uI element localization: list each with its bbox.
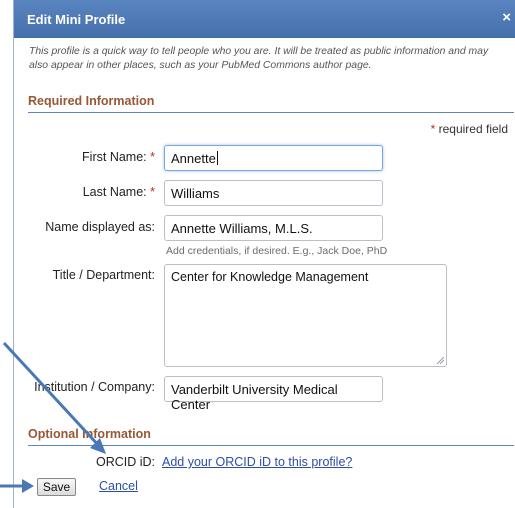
required-field-note: * required field	[431, 122, 508, 136]
title-department-textarea[interactable]: Center for Knowledge Management	[164, 264, 447, 367]
last-name-label-text: Last Name:	[82, 185, 147, 199]
optional-section-heading: Optional Information	[28, 427, 514, 446]
orcid-label: ORCID iD:	[95, 455, 155, 469]
institution-label: Institution / Company:	[34, 380, 155, 394]
first-name-label: First Name: *	[82, 150, 155, 164]
dialog-title: Edit Mini Profile	[27, 12, 126, 27]
dialog-titlebar: Edit Mini Profile ×	[14, 0, 515, 38]
first-name-label-text: First Name:	[82, 150, 147, 164]
last-name-label: Last Name: *	[83, 185, 155, 199]
last-name-value: Williams	[171, 186, 220, 201]
first-name-required-star: *	[150, 150, 155, 164]
required-star: *	[430, 122, 436, 136]
title-department-value: Center for Knowledge Management	[171, 270, 369, 284]
text-caret	[216, 151, 218, 165]
required-note-text: required field	[438, 122, 508, 136]
institution-field[interactable]: Vanderbilt University Medical Center	[164, 376, 383, 412]
last-name-required-star: *	[150, 185, 155, 199]
display-name-hint: Add credentials, if desired. E.g., Jack …	[166, 245, 388, 257]
last-name-field[interactable]: Williams	[164, 180, 383, 206]
required-section-heading: Required Information	[28, 94, 514, 113]
first-name-field[interactable]: Annette	[164, 145, 383, 171]
save-button[interactable]: Save	[37, 478, 76, 496]
display-name-value: Annette Williams, M.L.S.	[171, 221, 313, 236]
institution-value: Vanderbilt University Medical Center	[171, 382, 338, 412]
title-department-label: Title / Department:	[52, 268, 155, 282]
display-name-field[interactable]: Annette Williams, M.L.S.	[164, 215, 383, 241]
cancel-link[interactable]: Cancel	[99, 479, 138, 493]
edit-mini-profile-dialog: Edit Mini Profile × This profile is a qu…	[13, 0, 515, 508]
resize-grip-icon[interactable]	[436, 356, 444, 364]
close-icon[interactable]: ×	[502, 10, 511, 26]
intro-text: This profile is a quick way to tell peop…	[29, 46, 489, 71]
add-orcid-link[interactable]: Add your ORCID iD to this profile?	[162, 455, 352, 469]
first-name-value: Annette	[171, 151, 216, 166]
display-name-label: Name displayed as:	[45, 220, 155, 234]
